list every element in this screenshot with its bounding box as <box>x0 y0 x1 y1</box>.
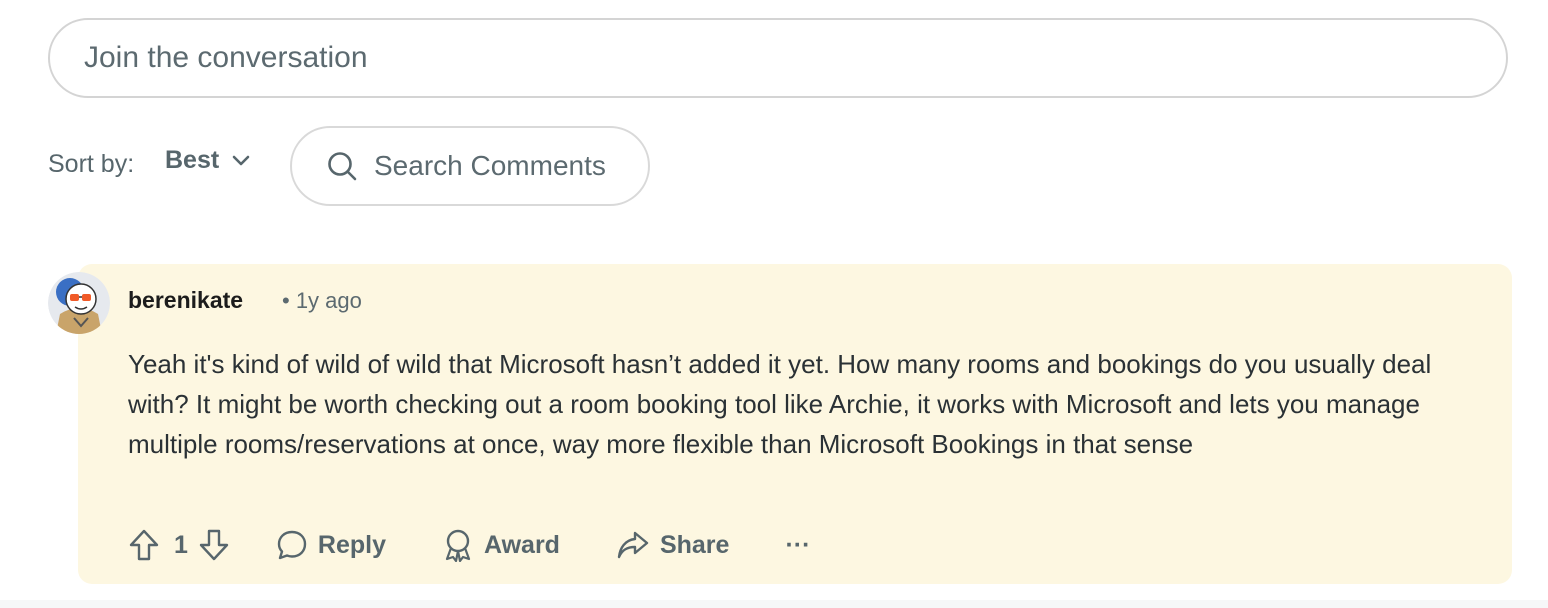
comment-timestamp: • 1y ago <box>282 288 362 313</box>
downvote-button[interactable] <box>198 528 230 562</box>
share-icon <box>616 530 650 560</box>
share-button[interactable]: Share <box>616 530 729 560</box>
reply-label: Reply <box>317 530 386 559</box>
award-icon <box>442 528 474 562</box>
comment-author[interactable]: berenikate <box>128 287 243 314</box>
arrow-down-icon <box>198 528 230 562</box>
reply-button[interactable]: Reply <box>276 529 386 561</box>
chevron-down-icon <box>231 154 251 168</box>
avatar[interactable] <box>48 272 110 334</box>
arrow-up-icon <box>128 528 160 562</box>
share-label: Share <box>659 530 730 559</box>
join-conversation-placeholder: Join the conversation <box>84 41 368 74</box>
award-label: Award <box>484 530 560 559</box>
search-comments-input[interactable]: Search Comments <box>290 126 650 206</box>
upvote-button[interactable] <box>128 528 160 562</box>
divider <box>0 600 1548 608</box>
comment-actions: 1 Reply Award Share ··· <box>128 524 810 566</box>
search-comments-placeholder: Search Comments <box>374 150 606 181</box>
ellipsis-icon: ··· <box>785 530 811 559</box>
join-conversation-input[interactable]: Join the conversation <box>48 18 1508 98</box>
speech-bubble-icon <box>276 529 308 561</box>
vote-score: 1 <box>174 530 188 559</box>
award-button[interactable]: Award <box>442 528 560 562</box>
more-options-button[interactable]: ··· <box>785 531 810 560</box>
comment-body: Yeah it's kind of wild of wild that Micr… <box>128 349 1432 459</box>
search-icon <box>326 150 358 182</box>
sort-by-label: Sort by: <box>48 150 135 178</box>
sort-dropdown[interactable]: Best <box>165 146 251 175</box>
sort-value: Best <box>165 146 220 174</box>
